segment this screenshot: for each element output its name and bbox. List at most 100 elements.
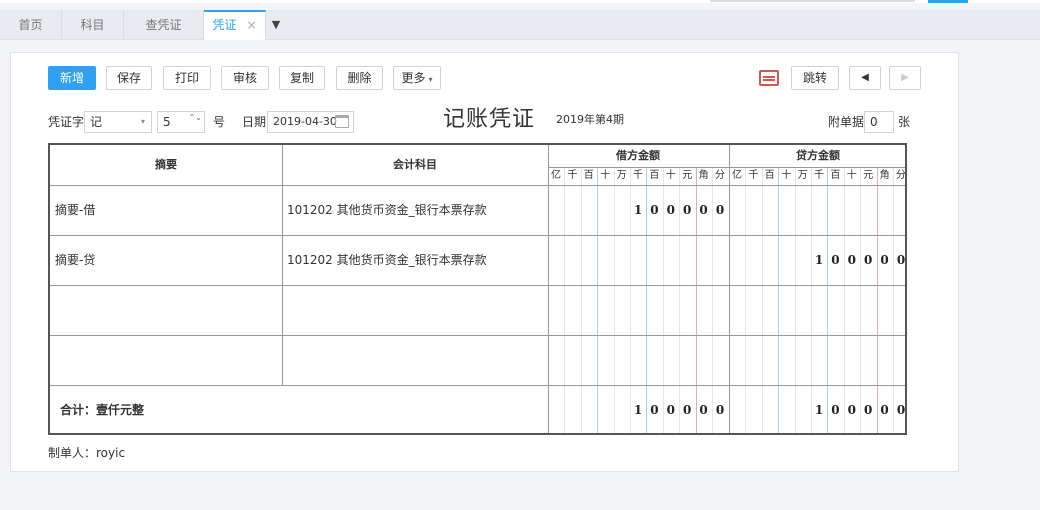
digit-divider bbox=[613, 168, 615, 433]
chevron-down-icon: ▾ bbox=[140, 117, 145, 126]
column-divider bbox=[729, 145, 730, 433]
review-button[interactable]: 审核 bbox=[221, 66, 269, 90]
amount-digit: 0 bbox=[650, 203, 659, 217]
more-label: 更多 bbox=[401, 71, 426, 85]
amount-digit: 0 bbox=[715, 403, 725, 417]
attach-unit-label: 张 bbox=[898, 115, 911, 129]
stepper-glyph: ⌃⌄ bbox=[188, 113, 202, 122]
unit-label: 百 bbox=[649, 170, 660, 181]
top-action-edge[interactable] bbox=[928, 0, 968, 3]
period-label: 2019年第4期 bbox=[556, 113, 624, 126]
row1-account[interactable]: 101202 其他货币资金_银行本票存款 bbox=[287, 200, 487, 220]
unit-label: 万 bbox=[616, 170, 627, 181]
voucher-table: 摘要 会计科目 借方金额 贷方金额 摘要-借 101202 其他货币资金_银行本… bbox=[48, 143, 907, 435]
print-button[interactable]: 打印 bbox=[163, 66, 211, 90]
debit-header: 借方金额 bbox=[616, 149, 660, 162]
unit-label: 千 bbox=[633, 170, 643, 181]
column-divider bbox=[548, 145, 549, 433]
unit-label: 千 bbox=[814, 170, 824, 181]
voucher-word-value: 记 bbox=[90, 115, 103, 129]
new-button[interactable]: 新增 bbox=[48, 66, 96, 90]
amount-digit: 0 bbox=[880, 253, 889, 267]
voucher-word-label: 凭证字 bbox=[48, 115, 85, 129]
delete-button[interactable]: 删除 bbox=[336, 66, 383, 90]
amount-digit: 0 bbox=[683, 403, 692, 417]
amount-digit: 0 bbox=[847, 253, 856, 267]
total-label: 合计：壹仟元整 bbox=[60, 403, 145, 417]
calendar-icon[interactable] bbox=[335, 115, 349, 128]
voucher-number-stepper[interactable]: 5 ⌃⌄ bbox=[157, 111, 205, 133]
amount-digit: 0 bbox=[847, 403, 856, 417]
digit-divider bbox=[745, 168, 747, 433]
digit-divider bbox=[860, 168, 862, 433]
tab-accounts[interactable]: 科目 bbox=[62, 10, 124, 40]
top-search-edge[interactable] bbox=[710, 0, 915, 2]
unit-label: 分 bbox=[896, 170, 906, 181]
digit-divider bbox=[580, 168, 582, 433]
column-divider bbox=[282, 145, 283, 385]
save-button[interactable]: 保存 bbox=[106, 66, 152, 90]
close-icon[interactable]: × bbox=[246, 18, 256, 32]
tab-home-label: 首页 bbox=[18, 18, 43, 32]
digit-divider bbox=[564, 168, 566, 433]
row1-summary[interactable]: 摘要-借 bbox=[55, 200, 95, 220]
copy-button[interactable]: 复制 bbox=[279, 66, 325, 90]
unit-label: 百 bbox=[830, 170, 841, 181]
amount-digit: 0 bbox=[699, 203, 708, 217]
attach-label: 附单据 bbox=[828, 115, 865, 129]
tab-home[interactable]: 首页 bbox=[0, 10, 62, 40]
tab-bar: 首页 科目 查凭证 凭证 × ▼ bbox=[0, 10, 1040, 40]
digit-divider bbox=[778, 168, 780, 433]
credit-header: 贷方金额 bbox=[796, 149, 840, 162]
unit-label: 十 bbox=[665, 170, 676, 181]
more-button[interactable]: 更多 ▾ bbox=[393, 66, 441, 90]
amount-digit: 0 bbox=[864, 403, 873, 417]
date-value: 2019-04-30 bbox=[273, 115, 337, 128]
unit-label: 十 bbox=[781, 170, 792, 181]
date-label: 日期 bbox=[242, 115, 267, 129]
row-divider bbox=[50, 235, 905, 236]
row-divider bbox=[50, 285, 905, 286]
row-divider bbox=[50, 385, 905, 386]
amount-digit: 0 bbox=[715, 203, 725, 217]
unit-label: 亿 bbox=[551, 170, 561, 181]
keyboard-icon[interactable] bbox=[759, 70, 779, 86]
voucher-panel: 新增 保存 打印 审核 复制 删除 更多 ▾ 跳转 ◀ ▶ 凭证字 记 ▾ 5 ⌃⌄ … bbox=[10, 52, 959, 472]
tab-voucher[interactable]: 凭证 × bbox=[204, 10, 266, 40]
next-button[interactable]: ▶ bbox=[889, 66, 921, 90]
row2-account[interactable]: 101202 其他货币资金_银行本票存款 bbox=[287, 250, 487, 270]
date-input[interactable]: 2019-04-30 bbox=[267, 111, 354, 133]
tab-more-icon[interactable]: ▼ bbox=[266, 10, 286, 40]
row-divider bbox=[50, 335, 905, 336]
amount-digit: 0 bbox=[896, 403, 906, 417]
row2-summary[interactable]: 摘要-贷 bbox=[55, 250, 95, 270]
amount-digit: 0 bbox=[864, 253, 873, 267]
unit-label: 分 bbox=[715, 170, 725, 181]
summary-header: 摘要 bbox=[155, 158, 177, 171]
amount-digit: 0 bbox=[666, 203, 675, 217]
unit-label: 千 bbox=[567, 170, 578, 181]
attach-count-value: 0 bbox=[870, 115, 878, 129]
amount-digit: 0 bbox=[683, 203, 692, 217]
account-header: 会计科目 bbox=[393, 158, 437, 171]
top-bar bbox=[0, 0, 1040, 3]
maker-label: 制单人：royic bbox=[48, 446, 126, 460]
unit-label: 角 bbox=[879, 170, 890, 181]
stepper-icon[interactable]: ⌃⌄ bbox=[189, 113, 202, 122]
tab-accounts-label: 科目 bbox=[80, 18, 105, 32]
prev-button[interactable]: ◀ bbox=[849, 66, 881, 90]
attach-count-input[interactable]: 0 bbox=[864, 111, 894, 133]
voucher-word-select[interactable]: 记 ▾ bbox=[84, 111, 152, 133]
voucher-number-value: 5 bbox=[163, 115, 171, 129]
row-divider bbox=[50, 185, 905, 186]
page-title: 记账凭证 bbox=[443, 107, 536, 132]
amount-digit: 0 bbox=[880, 403, 889, 417]
chevron-down-icon: ▾ bbox=[428, 75, 433, 84]
amount-digit: 0 bbox=[666, 403, 675, 417]
amount-digit: 1 bbox=[633, 203, 643, 217]
tab-query-voucher[interactable]: 查凭证 bbox=[124, 10, 204, 40]
unit-label: 元 bbox=[682, 170, 693, 181]
jump-button[interactable]: 跳转 bbox=[791, 66, 839, 90]
amount-digit: 0 bbox=[699, 403, 708, 417]
digit-divider bbox=[827, 168, 829, 433]
